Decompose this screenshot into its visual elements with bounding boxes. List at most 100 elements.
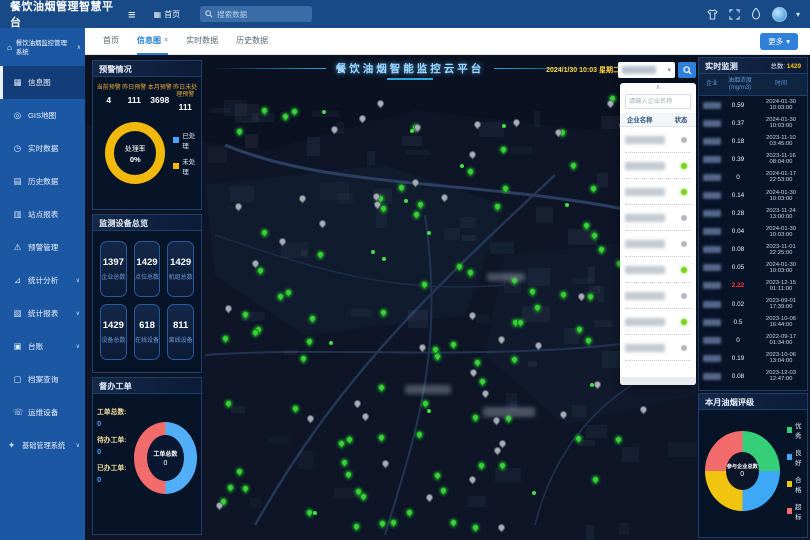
user-avatar[interactable]	[772, 7, 787, 22]
chevron-down-icon[interactable]: ▾	[796, 10, 800, 19]
realtime-row[interactable]: 0.282023-11-24 13:00:00	[699, 205, 807, 223]
blurred-enterprise-name	[625, 162, 665, 170]
alarm-stats: 当前预警4昨日预警111本月预警3698昨日未处理预警111	[93, 77, 201, 114]
more-button-label: 更多	[768, 36, 783, 47]
enterprise-row[interactable]	[625, 231, 691, 257]
search-icon	[205, 10, 213, 18]
fullscreen-icon[interactable]	[728, 8, 741, 21]
concentration-value: 2.22	[721, 282, 755, 289]
sidebar-item-label: 预警管理	[28, 242, 58, 253]
enterprise-row[interactable]	[625, 309, 691, 335]
sidebar-item-analysis[interactable]: ⊿统计分析∨	[0, 264, 85, 297]
realtime-row[interactable]: 0.052024-01-30 10:03:00	[699, 259, 807, 277]
legend-item: 良好	[787, 447, 807, 467]
map-building	[534, 111, 540, 126]
realtime-row[interactable]: 0.022023-09-01 17:39:00	[699, 295, 807, 313]
hamburger-menu-icon[interactable]: ≡	[128, 7, 136, 22]
map-pin-dot[interactable]	[382, 257, 386, 261]
sidebar-item-alarm[interactable]: ⚠预警管理	[0, 231, 85, 264]
realtime-panel-header: 实时监测 总数: 1429	[699, 58, 807, 74]
legend-label: 已处理	[182, 130, 201, 150]
notification-icon[interactable]	[750, 8, 763, 21]
map-pin-dot[interactable]	[427, 231, 431, 235]
measurement-time: 2023-11-16 08:04:00	[755, 153, 807, 165]
enterprise-row[interactable]	[625, 153, 691, 179]
realtime-row[interactable]: 0.182023-11-10 03:45:00	[699, 132, 807, 150]
map-building	[250, 498, 261, 508]
map-building	[284, 350, 297, 355]
realtime-row[interactable]: 0.392023-11-16 08:04:00	[699, 150, 807, 168]
realtime-row[interactable]: 0.192023-10-06 13:04:00	[699, 349, 807, 367]
sidebar-group-label: 餐饮油烟监控管理系统	[16, 38, 73, 56]
more-button[interactable]: 更多 ▾	[760, 33, 798, 50]
collapse-arrow-icon[interactable]: ∧	[620, 83, 696, 93]
sidebar-item-realtime[interactable]: ◷实时数据	[0, 132, 85, 165]
sidebar-item-history[interactable]: ▤历史数据	[0, 165, 85, 198]
legend-swatch	[787, 508, 793, 514]
realtime-row[interactable]: 0.592024-01-30 10:03:00	[699, 96, 807, 114]
realtime-row[interactable]: 0.082023-12-03 12:47:00	[699, 367, 807, 385]
topbar-search-input[interactable]	[217, 10, 307, 19]
realtime-row[interactable]: 02022-09-17 01:34:00	[699, 331, 807, 349]
map-pin-dot[interactable]	[502, 124, 506, 128]
status-dot-offline	[681, 345, 687, 351]
sidebar-item-gis[interactable]: ◎GIS地图	[0, 99, 85, 132]
enterprise-select[interactable]: ▾	[618, 62, 675, 78]
realtime-row[interactable]: 2.222023-12-15 01:11:00	[699, 277, 807, 295]
map-building	[619, 523, 629, 534]
realtime-row[interactable]: 0.372024-01-30 10:03:00	[699, 114, 807, 132]
enterprise-row[interactable]	[625, 257, 691, 283]
col-status: 状态	[666, 115, 696, 124]
device-stat-box: 1429设备总数	[100, 304, 127, 360]
sidebar: ⌂ 餐饮油烟监控管理系统 ∧ ▦信息图◎GIS地图◷实时数据▤历史数据▥站点报表…	[0, 28, 85, 540]
realtime-row[interactable]: 0.042024-01-30 10:03:00	[699, 223, 807, 241]
tab-实时数据[interactable]: 实时数据	[186, 28, 218, 55]
workorder-stat-value: 0	[97, 419, 134, 428]
tab-历史数据[interactable]: 历史数据	[236, 28, 268, 55]
map-building	[495, 468, 521, 482]
device-stat-label: 企业总数	[101, 272, 125, 281]
tab-信息图[interactable]: 信息图×	[137, 28, 168, 55]
chevron-down-icon: ▾	[667, 66, 671, 74]
theme-skin-icon[interactable]	[706, 8, 719, 21]
sidebar-item-statreport[interactable]: ▧统计报表∨	[0, 297, 85, 330]
enterprise-row[interactable]	[625, 205, 691, 231]
sidebar-item-chart[interactable]: ▦信息图	[0, 66, 85, 99]
enterprise-row[interactable]	[625, 283, 691, 309]
device-stat-label: 机组总数	[169, 272, 193, 281]
tab-首页[interactable]: 首页	[103, 28, 119, 55]
measurement-time: 2023-09-01 17:39:00	[755, 298, 807, 310]
sidebar-group-monitoring-system[interactable]: ⌂ 餐饮油烟监控管理系统 ∧	[0, 28, 85, 66]
enterprise-row[interactable]	[625, 335, 691, 361]
sidebar-item-label: 统计报表	[28, 308, 58, 319]
close-icon[interactable]: ×	[164, 37, 168, 44]
realtime-row[interactable]: 0.142024-01-30 10:03:00	[699, 186, 807, 204]
measurement-time: 2023-10-06 13:04:00	[755, 352, 807, 364]
realtime-row[interactable]: 0.082023-11-01 22:25:00	[699, 241, 807, 259]
sidebar-item-ledger[interactable]: ▣台账∨	[0, 330, 85, 363]
analysis-icon: ⊿	[13, 275, 22, 286]
topbar-home-tab[interactable]: ▦ 首页	[154, 9, 181, 20]
concentration-value: 0.08	[721, 373, 755, 380]
realtime-row[interactable]: 02024-01-17 22:53:00	[699, 168, 807, 186]
sidebar-item-archive[interactable]: ▢档案查询	[0, 363, 85, 396]
map-pin-dot[interactable]	[404, 199, 408, 203]
enterprise-row[interactable]	[625, 127, 691, 153]
sidebar-item-device[interactable]: ☏运维设备	[0, 396, 85, 429]
chevron-down-icon: ∨	[76, 310, 80, 317]
realtime-row[interactable]: 0.52023-10-06 16:44:00	[699, 313, 807, 331]
map-pin-dot[interactable]	[410, 129, 414, 133]
enterprise-name-input[interactable]	[629, 98, 687, 105]
map-pin-dot[interactable]	[329, 341, 333, 345]
sidebar-item-report[interactable]: ▥站点报表	[0, 198, 85, 231]
concentration-value: 0.5	[721, 319, 755, 326]
enterprise-search-button[interactable]	[678, 62, 696, 78]
map-building	[586, 425, 607, 438]
concentration-value: 0.02	[721, 301, 755, 308]
scrollbar[interactable]	[620, 377, 696, 385]
map-pin-dot[interactable]	[460, 164, 464, 168]
enterprise-row[interactable]	[625, 179, 691, 205]
workorder-donut-label: 工单总数	[153, 449, 177, 458]
sidebar-item-system[interactable]: ✦基础管理系统∨	[0, 429, 85, 462]
alarm-stat: 昨日未处理预警111	[173, 85, 199, 112]
